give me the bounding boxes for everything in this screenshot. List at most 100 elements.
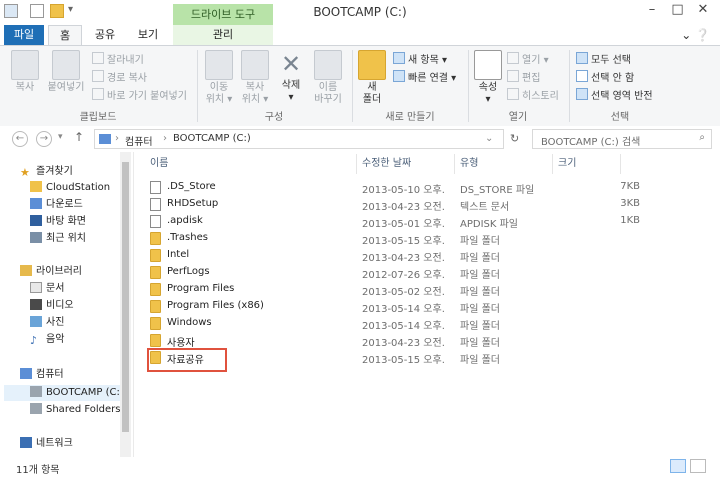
back-button[interactable]: ← — [12, 131, 28, 147]
desktop-icon — [30, 215, 42, 226]
select-all-button[interactable]: 모두 선택 — [576, 52, 631, 68]
folder-icon — [150, 232, 161, 245]
paste-shortcut-button[interactable]: 바로 가기 붙여넣기 — [92, 88, 187, 104]
copy-path-label: 경로 복사 — [107, 73, 147, 84]
table-row[interactable]: RHDSetup 2013-04-23 오전... 텍스트 문서 3KB — [134, 196, 720, 213]
nav-item-music[interactable]: ♪ 음악 — [30, 332, 64, 348]
move-to-button[interactable]: 이동 위치 ▾ — [202, 50, 236, 106]
copy-path-icon — [92, 70, 104, 82]
invert-selection-button[interactable]: 선택 영역 반전 — [576, 88, 653, 104]
copy-path-button[interactable]: 경로 복사 — [92, 70, 147, 86]
open-button[interactable]: 열기 ▾ — [507, 52, 549, 68]
breadcrumb-computer[interactable]: 컴퓨터 — [125, 133, 153, 148]
delete-button[interactable]: ✕ 삭제 ▾ — [276, 50, 306, 104]
star-icon: ★ — [20, 166, 30, 179]
column-header-name[interactable]: 이름 — [150, 154, 168, 174]
history-icon — [507, 88, 519, 100]
tab-file[interactable]: 파일 — [4, 25, 44, 45]
details-view-icon[interactable] — [670, 459, 686, 473]
large-icons-view-icon[interactable] — [690, 459, 706, 473]
table-row[interactable]: .Trashes 2013-05-15 오후... 파일 폴더 — [134, 230, 720, 247]
nav-item-cloudstation[interactable]: CloudStation — [30, 180, 110, 196]
folder-icon — [358, 50, 386, 80]
select-none-button[interactable]: 선택 안 함 — [576, 70, 634, 86]
select-all-icon — [576, 52, 588, 64]
forward-button[interactable]: → — [36, 131, 52, 147]
tab-share[interactable]: 공유 — [88, 25, 122, 45]
file-name: RHDSetup — [167, 198, 219, 209]
new-item-button[interactable]: 새 항목 ▾ — [393, 52, 447, 68]
file-date: 2013-04-23 오전... — [362, 253, 444, 264]
column-header-size[interactable]: 크기 — [558, 154, 576, 174]
nav-item-shared-folders[interactable]: Shared Folders(\ — [30, 402, 128, 418]
nav-item-bootcamp[interactable]: BOOTCAMP (C:) — [4, 385, 124, 401]
close-button[interactable]: ✕ — [692, 2, 714, 20]
status-bar: 11개 항목 — [0, 457, 720, 489]
scrollbar-thumb[interactable] — [122, 162, 129, 432]
cut-button[interactable]: 잘라내기 — [92, 52, 144, 68]
search-icon[interactable]: ⌕ — [699, 132, 705, 143]
nav-item-documents[interactable]: 문서 — [30, 281, 64, 297]
table-row[interactable]: .DS_Store 2013-05-10 오후... DS_STORE 파일 7KB — [134, 179, 720, 196]
file-type: 파일 폴더 — [460, 304, 500, 315]
rename-button[interactable]: 이름 바꾸기 — [310, 50, 346, 106]
nav-scrollbar[interactable] — [120, 152, 131, 457]
new-folder-button[interactable]: 새 폴더 — [357, 50, 387, 106]
nav-item-recent[interactable]: 최근 위치 — [30, 231, 86, 247]
tab-manage[interactable]: 관리 — [173, 25, 273, 45]
nav-computer[interactable]: 컴퓨터 — [20, 367, 64, 383]
nav-network[interactable]: 네트워크 — [20, 436, 73, 452]
file-name: 사용자 — [167, 338, 195, 349]
address-bar[interactable]: › 컴퓨터 › BOOTCAMP (C:) ⌄ — [94, 129, 504, 149]
copy-to-label-2: 위치 — [241, 94, 261, 105]
table-row[interactable]: Program Files (x86) 2013-05-14 오후... 파일 폴더 — [134, 298, 720, 315]
maximize-button[interactable]: □ — [667, 2, 689, 20]
nav-libraries[interactable]: 라이브러리 — [20, 264, 82, 280]
column-divider[interactable] — [552, 154, 553, 174]
paste-button[interactable]: 붙여넣기 — [46, 50, 86, 94]
edit-button[interactable]: 편집 — [507, 70, 540, 86]
minimize-button[interactable]: – — [641, 2, 663, 20]
tab-home[interactable]: 홈 — [48, 25, 82, 45]
copy-to-label-1: 복사 — [245, 82, 265, 93]
refresh-icon[interactable]: ↻ — [510, 132, 519, 145]
copy-button[interactable]: 복사 — [8, 50, 42, 94]
table-row[interactable]: .apdisk 2013-05-01 오후... APDISK 파일 1KB — [134, 213, 720, 230]
column-header-type[interactable]: 유형 — [460, 154, 478, 174]
column-divider[interactable] — [620, 154, 621, 174]
copy-to-button[interactable]: 복사 위치 ▾ — [238, 50, 272, 106]
up-button[interactable]: ↑ — [74, 130, 84, 144]
invert-selection-icon — [576, 88, 588, 100]
column-header-date[interactable]: 수정한 날짜 — [362, 154, 411, 174]
computer-icon — [20, 368, 32, 379]
table-row[interactable]: Windows 2013-05-14 오후... 파일 폴더 — [134, 315, 720, 332]
tab-view[interactable]: 보기 — [128, 25, 168, 45]
search-input[interactable]: BOOTCAMP (C:) 검색 ⌕ — [532, 129, 712, 149]
breadcrumb-drive[interactable]: BOOTCAMP (C:) — [173, 133, 251, 144]
nav-item-videos[interactable]: 비디오 — [30, 298, 74, 314]
table-row[interactable]: Intel 2013-04-23 오전... 파일 폴더 — [134, 247, 720, 264]
select-none-icon — [576, 70, 588, 82]
help-icon[interactable]: ⌄ ❔ — [681, 28, 710, 42]
nav-item-pictures[interactable]: 사진 — [30, 315, 64, 331]
column-divider[interactable] — [356, 154, 357, 174]
paste-icon — [52, 50, 80, 80]
new-item-icon — [393, 52, 405, 64]
nav-item-downloads[interactable]: 다운로드 — [30, 197, 83, 213]
column-divider[interactable] — [454, 154, 455, 174]
table-row[interactable]: PerfLogs 2012-07-26 오후... 파일 폴더 — [134, 264, 720, 281]
easy-access-button[interactable]: 빠른 연결 ▾ — [393, 70, 456, 86]
recent-locations-icon[interactable]: ▾ — [58, 132, 63, 142]
nav-favorites[interactable]: ★ 즐겨찾기 — [20, 164, 73, 180]
new-folder-label-1: 새 — [367, 82, 377, 93]
file-type: APDISK 파일 — [460, 219, 519, 230]
new-group: 새 폴더 새 항목 ▾ 빠른 연결 ▾ 새로 만들기 — [353, 46, 467, 126]
nav-item-desktop[interactable]: 바탕 화면 — [30, 214, 86, 230]
address-dropdown-icon[interactable]: ⌄ — [485, 133, 493, 144]
table-row[interactable]: Program Files 2013-05-02 오전... 파일 폴더 — [134, 281, 720, 298]
history-button[interactable]: 히스토리 — [507, 88, 559, 104]
breadcrumb-chevron-icon: › — [115, 133, 119, 144]
properties-button[interactable]: 속성 ▾ — [473, 50, 503, 106]
table-row[interactable]: 사용자 2013-04-23 오전... 파일 폴더 — [134, 332, 720, 349]
nav-network-label: 네트워크 — [36, 438, 73, 449]
